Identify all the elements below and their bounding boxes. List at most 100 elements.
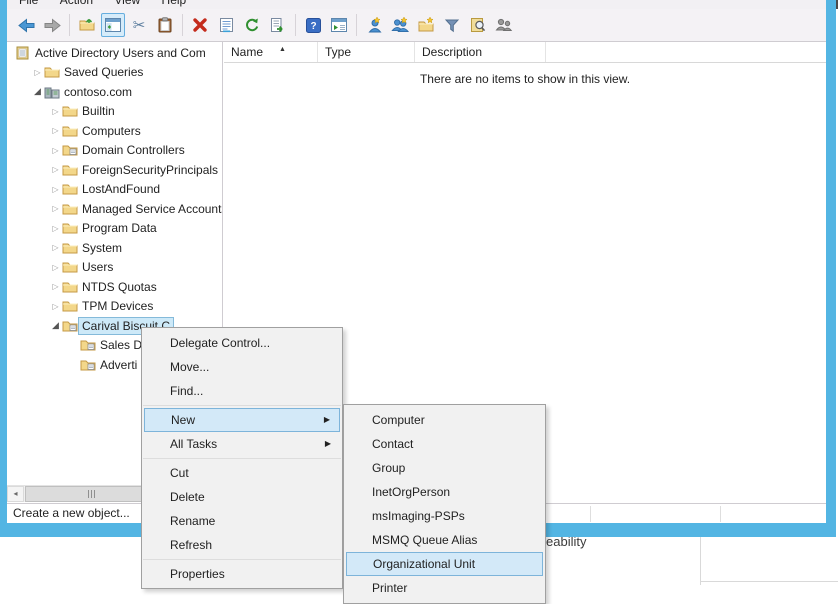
folder-icon (62, 259, 79, 275)
tree-item-saved-queries[interactable]: ▷Saved Queries (7, 63, 222, 83)
new-submenu: Computer Contact Group InetOrgPerson msI… (343, 404, 546, 604)
delete-icon[interactable] (188, 13, 212, 37)
filter-icon[interactable] (440, 13, 464, 37)
tree-item-lostandfound[interactable]: ▷LostAndFound (7, 180, 222, 200)
expander-collapsed-icon[interactable]: ▷ (49, 204, 62, 213)
expander-expanded-icon[interactable]: ◢ (31, 86, 44, 97)
tree-item-program-data[interactable]: ▷Program Data (7, 219, 222, 239)
column-header-name[interactable]: Name▲ (224, 42, 318, 62)
show-console-tree-icon[interactable] (101, 13, 125, 37)
new-user-icon[interactable] (362, 13, 386, 37)
expander-collapsed-icon[interactable]: ▷ (49, 282, 62, 291)
scrollbar-thumb[interactable] (25, 486, 157, 502)
submenu-item-computer[interactable]: Computer (346, 408, 543, 432)
paste-icon[interactable] (153, 13, 177, 37)
new-group-icon[interactable] (388, 13, 412, 37)
parent-folder-icon[interactable] (75, 13, 99, 37)
tree-item-users[interactable]: ▷Users (7, 258, 222, 278)
menu-file[interactable]: File (19, 0, 38, 7)
menu-view[interactable]: View (114, 0, 140, 7)
tree-item-contoso-com[interactable]: ◢contoso.com (7, 82, 222, 102)
cut-icon[interactable]: ✂ (127, 13, 151, 37)
sort-ascending-icon: ▲ (279, 40, 286, 60)
submenu-item-printer[interactable]: Printer (346, 576, 543, 600)
background-grid-line-horizontal (700, 581, 838, 582)
menu-item-delete[interactable]: Delete (144, 485, 340, 509)
expander-collapsed-icon[interactable]: ▷ (31, 68, 44, 77)
menu-item-delegate-control[interactable]: Delegate Control... (144, 331, 340, 355)
folder-icon (62, 298, 79, 314)
submenu-arrow-icon: ▶ (324, 409, 330, 431)
expander-collapsed-icon[interactable]: ▷ (49, 243, 62, 252)
ou-icon (80, 337, 97, 353)
menu-item-all-tasks[interactable]: All Tasks▶ (144, 432, 340, 456)
menu-item-move[interactable]: Move... (144, 355, 340, 379)
folder-icon (62, 220, 79, 236)
refresh-icon[interactable] (240, 13, 264, 37)
expander-collapsed-icon[interactable]: ▷ (49, 107, 62, 116)
folder-icon (44, 64, 61, 80)
help-icon[interactable]: ? (301, 13, 325, 37)
submenu-item-msimaging-psps[interactable]: msImaging-PSPs (346, 504, 543, 528)
submenu-item-inetorgperson[interactable]: InetOrgPerson (346, 480, 543, 504)
column-header-type[interactable]: Type (318, 42, 415, 62)
tree-item-foreign-security-principals[interactable]: ▷ForeignSecurityPrincipals (7, 160, 222, 180)
menu-item-properties[interactable]: Properties (144, 562, 340, 586)
find-icon[interactable] (466, 13, 490, 37)
status-bar-divider (720, 506, 721, 522)
expander-expanded-icon[interactable]: ◢ (49, 320, 62, 331)
folder-icon (62, 279, 79, 295)
tree-item-domain-controllers[interactable]: ▷Domain Controllers (7, 141, 222, 161)
expander-collapsed-icon[interactable]: ▷ (49, 126, 62, 135)
menu-action[interactable]: Action (60, 0, 93, 7)
tree-item-system[interactable]: ▷System (7, 238, 222, 258)
expander-collapsed-icon[interactable]: ▷ (49, 185, 62, 194)
expander-collapsed-icon[interactable]: ▷ (49, 165, 62, 174)
folder-icon (62, 103, 79, 119)
expander-collapsed-icon[interactable]: ▷ (49, 263, 62, 272)
submenu-item-contact[interactable]: Contact (346, 432, 543, 456)
tree-item-managed-service-accounts[interactable]: ▷Managed Service Accounts (7, 199, 222, 219)
scrollbar-grip (91, 490, 92, 498)
user-set-icon[interactable] (492, 13, 516, 37)
column-header-description[interactable]: Description (415, 42, 546, 62)
window-border-right (826, 0, 836, 537)
context-menu: Delegate Control... Move... Find... New▶… (141, 327, 343, 589)
empty-view-message: There are no items to show in this view. (224, 72, 826, 86)
column-header-filler (546, 42, 826, 62)
status-bar-divider (590, 506, 591, 522)
tree-item-tpm-devices[interactable]: ▷TPM Devices (7, 297, 222, 317)
forward-icon[interactable] (40, 13, 64, 37)
menu-item-rename[interactable]: Rename (144, 509, 340, 533)
background-grid-line-vertical (700, 537, 701, 585)
expander-collapsed-icon[interactable]: ▷ (49, 146, 62, 155)
menu-bar: File Action View Help (7, 0, 826, 9)
scrollbar-left-arrow-icon[interactable]: ◂ (7, 486, 24, 502)
tree-item-ntds-quotas[interactable]: ▷NTDS Quotas (7, 277, 222, 297)
show-action-pane-icon[interactable] (327, 13, 351, 37)
submenu-item-msmq-queue-alias[interactable]: MSMQ Queue Alias (346, 528, 543, 552)
toolbar-separator (356, 14, 357, 36)
tree-item-builtin[interactable]: ▷Builtin (7, 102, 222, 122)
new-ou-icon[interactable] (414, 13, 438, 37)
export-list-icon[interactable] (266, 13, 290, 37)
expander-collapsed-icon[interactable]: ▷ (49, 302, 62, 311)
folder-icon (62, 201, 79, 217)
expander-collapsed-icon[interactable]: ▷ (49, 224, 62, 233)
menu-item-cut[interactable]: Cut (144, 461, 340, 485)
submenu-item-group[interactable]: Group (346, 456, 543, 480)
properties-icon[interactable] (214, 13, 238, 37)
menu-item-new[interactable]: New▶ (144, 408, 340, 432)
toolbar-separator (182, 14, 183, 36)
back-icon[interactable] (14, 13, 38, 37)
menu-item-find[interactable]: Find... (144, 379, 340, 403)
folder-icon (62, 162, 79, 178)
tree-item-root[interactable]: Active Directory Users and Com (7, 43, 222, 63)
ou-icon (62, 142, 79, 158)
menu-help[interactable]: Help (162, 0, 187, 7)
svg-text:?: ? (310, 21, 316, 32)
domain-icon (44, 84, 61, 100)
menu-item-refresh[interactable]: Refresh (144, 533, 340, 557)
submenu-item-organizational-unit[interactable]: Organizational Unit (346, 552, 543, 576)
tree-item-computers[interactable]: ▷Computers (7, 121, 222, 141)
